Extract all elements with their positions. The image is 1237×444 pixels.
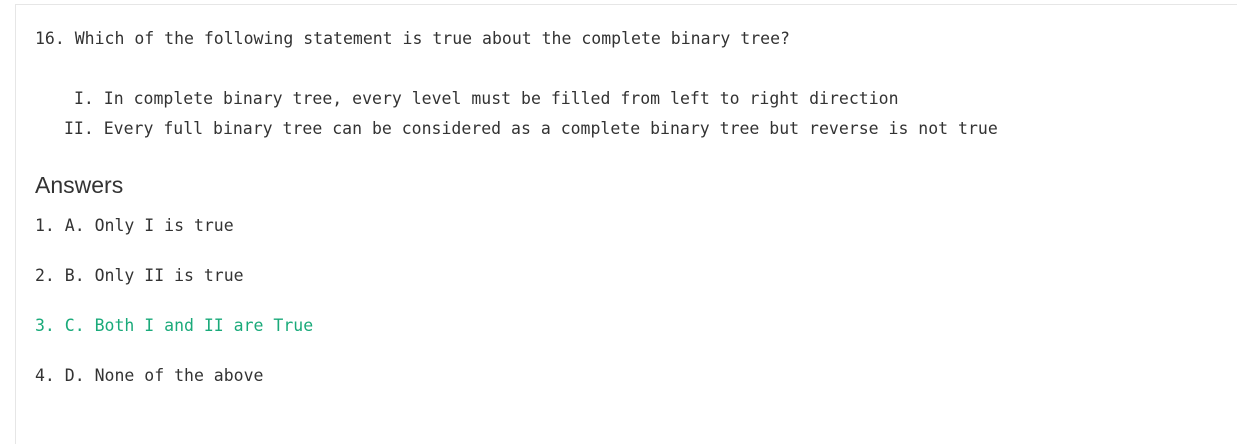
answer-option-a[interactable]: 1. A. Only I is true [35,216,234,236]
question-text: 16. Which of the following statement is … [35,29,790,48]
answers-heading: Answers [35,172,124,198]
question-card: 16. Which of the following statement is … [15,4,1237,444]
statement-1: I. In complete binary tree, every level … [74,89,899,108]
answer-option-d[interactable]: 4. D. None of the above [35,366,263,386]
answer-option-b[interactable]: 2. B. Only II is true [35,266,244,286]
statement-2: II. Every full binary tree can be consid… [64,119,998,138]
answer-option-c-correct[interactable]: 3. C. Both I and II are True [35,316,313,336]
